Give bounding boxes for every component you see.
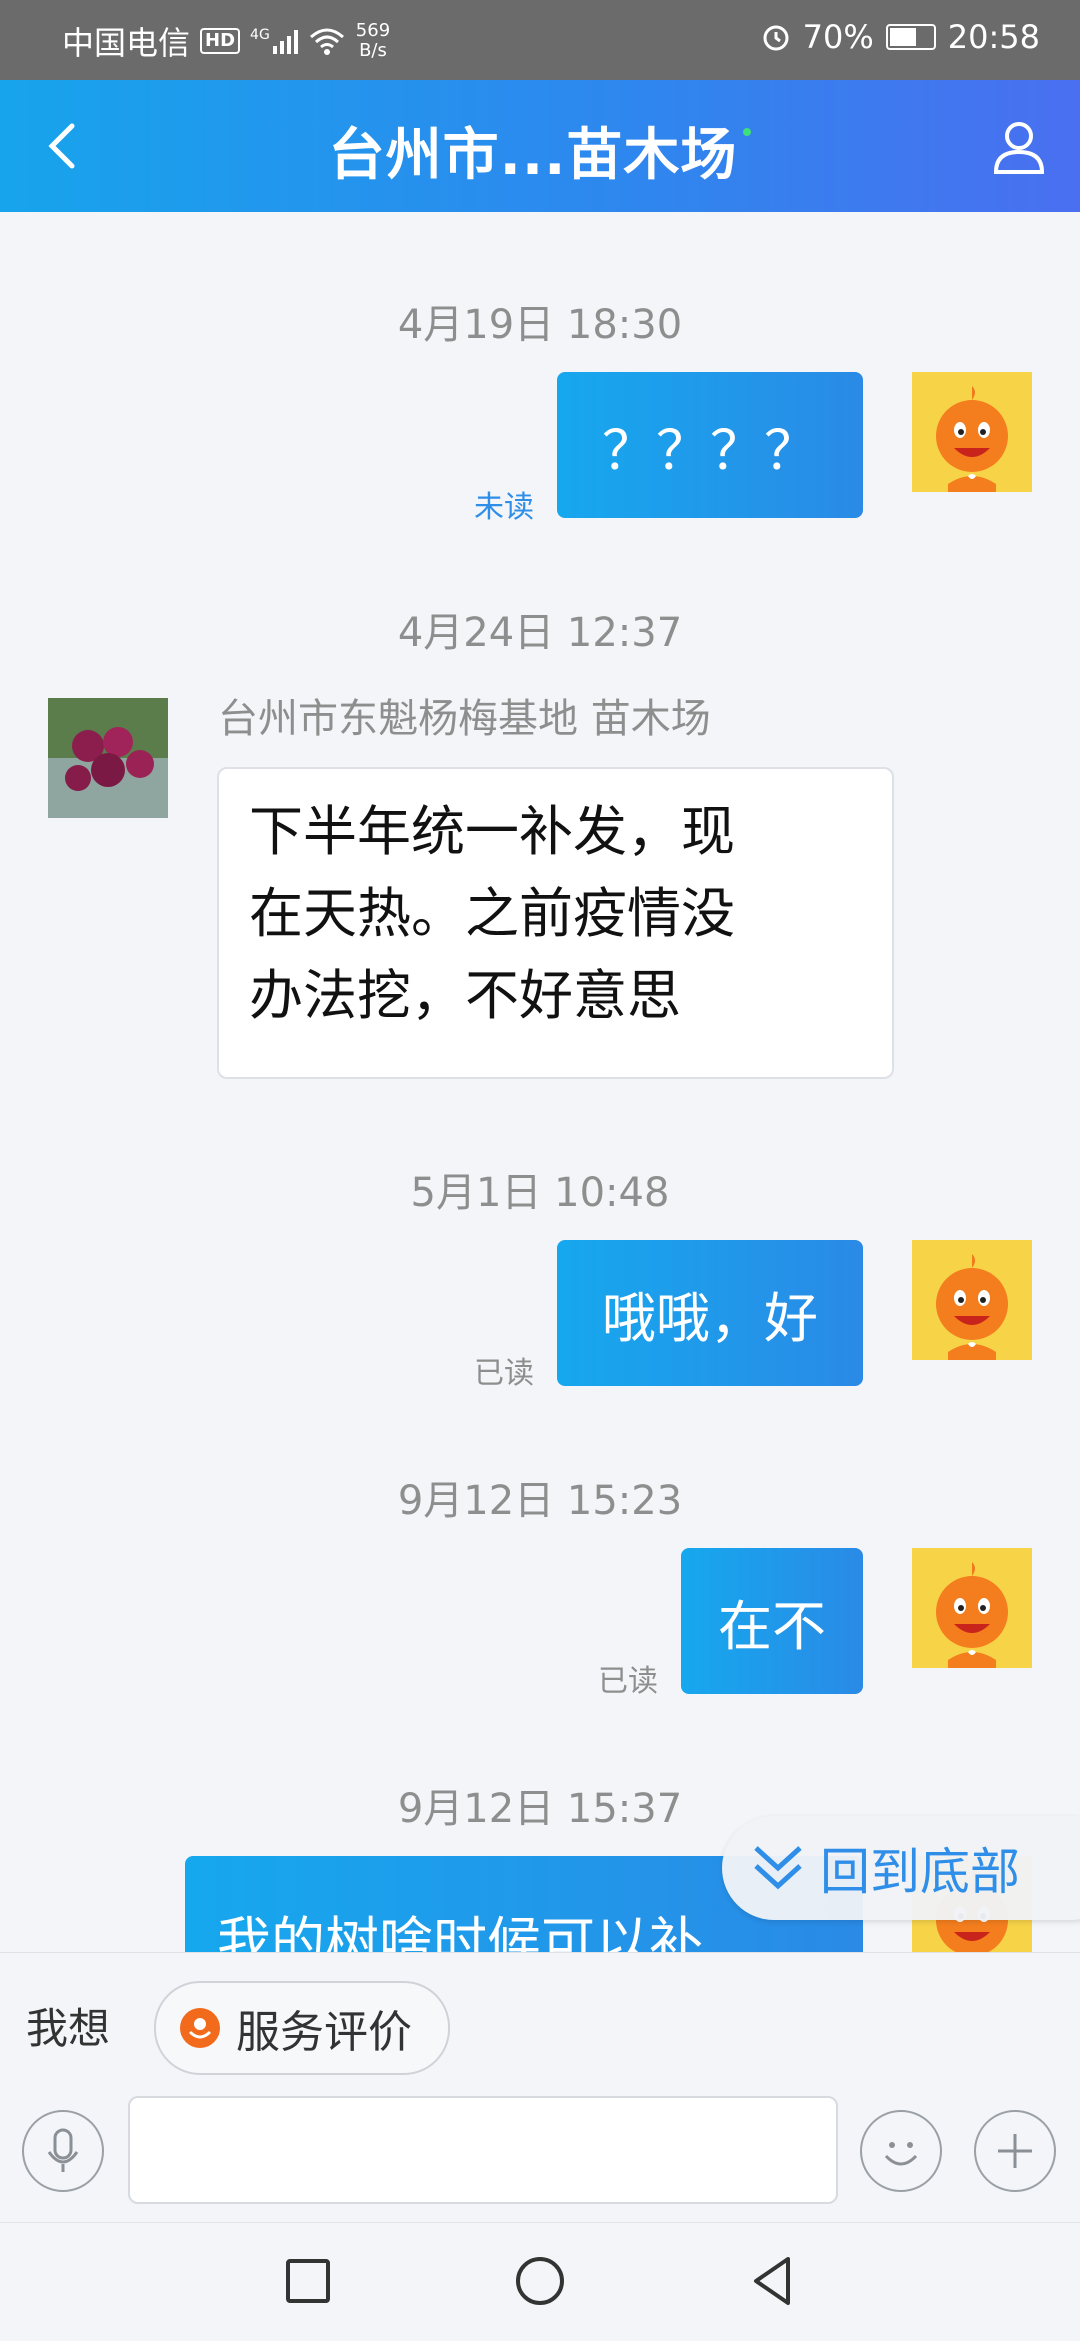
system-nav-bar bbox=[0, 2222, 1080, 2341]
message-line: 在天热。之前疫情没 bbox=[249, 882, 735, 945]
microphone-button[interactable] bbox=[22, 2110, 104, 2192]
emoji-button[interactable] bbox=[860, 2110, 942, 2192]
battery-icon bbox=[885, 24, 936, 50]
clock: 20:58 bbox=[947, 18, 1040, 56]
service-review-label: 服务评价 bbox=[236, 2007, 412, 2058]
back-to-bottom-label: 回到底部 bbox=[820, 1843, 1020, 1901]
message-input[interactable] bbox=[128, 2096, 838, 2204]
page-title: 台州市...苗木场 bbox=[0, 110, 1080, 191]
chat-area[interactable]: 4月19日 18:30 未读 ？？？？ 4月24日 12:37 台州市东魁杨梅基… bbox=[0, 212, 1080, 1952]
unread-label: 未读 bbox=[474, 490, 534, 525]
message-bubble-outgoing[interactable]: 在不 bbox=[681, 1548, 863, 1694]
smiley-icon bbox=[884, 2142, 918, 2166]
network-speed: 569 B/s bbox=[355, 20, 391, 61]
double-chevron-down-icon bbox=[754, 1846, 802, 1890]
timestamp: 4月19日 18:30 bbox=[397, 302, 683, 348]
bayberry-photo-icon bbox=[48, 698, 168, 818]
timestamp: 5月1日 10:48 bbox=[410, 1170, 670, 1216]
carrier-label: 中国电信 bbox=[62, 24, 191, 62]
quick-label: 我想 bbox=[26, 2004, 111, 2053]
square-icon[interactable] bbox=[278, 2251, 338, 2311]
alarm-icon bbox=[763, 25, 789, 51]
message-bubble-outgoing[interactable]: ？？？？ bbox=[557, 372, 863, 518]
avatar[interactable] bbox=[912, 372, 1032, 492]
read-label: 已读 bbox=[474, 1356, 534, 1391]
mascot-avatar-icon bbox=[936, 1254, 1008, 1360]
message-bubble-incoming[interactable]: 下半年统一补发，现 在天热。之前疫情没 办法挖，不好意思 bbox=[217, 767, 894, 1079]
avatar[interactable] bbox=[912, 1240, 1032, 1360]
online-status-dot bbox=[743, 128, 752, 136]
mascot-avatar-icon bbox=[936, 1562, 1008, 1668]
triangle-back-icon[interactable] bbox=[742, 2251, 802, 2311]
avatar[interactable] bbox=[912, 1548, 1032, 1668]
message-line: 下半年统一补发，现 bbox=[249, 800, 735, 863]
timestamp: 4月24日 12:37 bbox=[397, 610, 683, 656]
quick-action-bar: 我想 服务评价 bbox=[0, 1952, 1080, 2093]
timestamp: 9月12日 15:23 bbox=[397, 1478, 683, 1524]
message-bubble-outgoing[interactable]: 哦哦，好 bbox=[557, 1240, 863, 1386]
signal-icon: 4G bbox=[250, 28, 298, 54]
flower-icon bbox=[180, 2008, 220, 2048]
wifi-icon bbox=[309, 28, 344, 55]
sender-name: 台州市东魁杨梅基地 苗木场 bbox=[218, 696, 711, 742]
chat-header: 台州市...苗木场 bbox=[0, 80, 1080, 212]
plus-icon bbox=[998, 2134, 1032, 2168]
hd-badge: HD bbox=[200, 28, 241, 54]
avatar[interactable] bbox=[48, 698, 168, 818]
person-icon[interactable] bbox=[990, 118, 1048, 176]
service-review-button[interactable]: 服务评价 bbox=[154, 1981, 450, 2075]
battery-percent: 70% bbox=[802, 18, 874, 56]
back-to-bottom-button[interactable]: 回到底部 bbox=[722, 1816, 1080, 1920]
microphone-icon bbox=[47, 2128, 79, 2172]
status-bar: 中国电信 HD 4G 569 B/s 70% 20:58 bbox=[0, 0, 1080, 80]
message-line: 办法挖，不好意思 bbox=[249, 964, 681, 1027]
input-bar bbox=[0, 2092, 1080, 2222]
plus-button[interactable] bbox=[974, 2110, 1056, 2192]
mascot-avatar-icon bbox=[936, 386, 1008, 492]
circle-icon[interactable] bbox=[510, 2251, 570, 2311]
read-label: 已读 bbox=[598, 1664, 658, 1699]
